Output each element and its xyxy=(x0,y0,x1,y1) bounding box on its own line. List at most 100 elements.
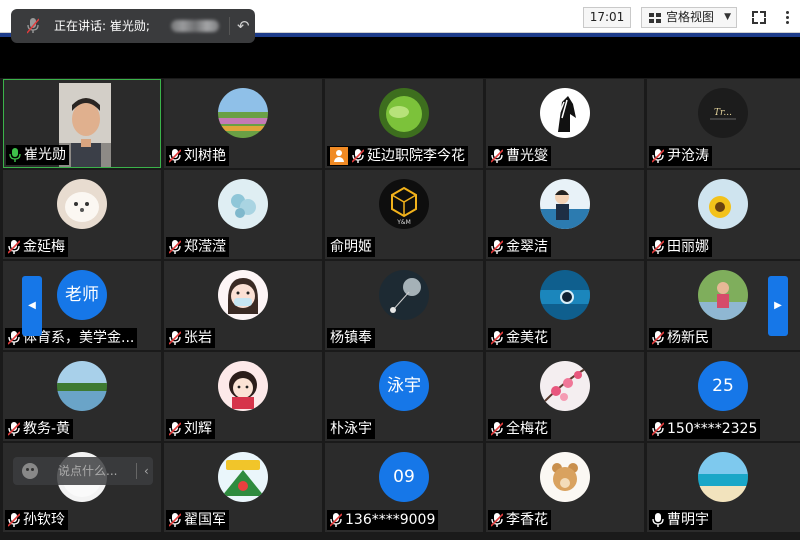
participant-tile[interactable]: 曹光燮 xyxy=(486,79,644,168)
participant-name: 郑滢滢 xyxy=(184,239,226,255)
speaking-label: 正在讲话: 崔光勋; xyxy=(54,19,150,33)
participant-name-bar: 全梅花 xyxy=(488,419,551,439)
participant-name: 金延梅 xyxy=(23,239,65,255)
participant-name-bar: 郑滢滢 xyxy=(166,237,229,257)
participant-tile[interactable]: 崔光勋 xyxy=(3,79,161,168)
avatar xyxy=(698,179,748,229)
chevron-down-icon: ▼ xyxy=(724,12,731,22)
chat-input[interactable]: 说点什么... xyxy=(58,457,117,485)
avatar xyxy=(218,88,268,138)
grid-icon xyxy=(649,13,661,23)
mic-muted-icon xyxy=(491,513,503,527)
participant-tile[interactable]: 金翠洁 xyxy=(486,170,644,259)
participant-tile[interactable]: 延边职院李今花 xyxy=(325,79,483,168)
svg-text:Y&M: Y&M xyxy=(396,219,411,226)
mic-on-icon xyxy=(9,148,21,162)
participant-name-bar: 孙钦玲 xyxy=(5,510,68,530)
participant-name-bar: 朴泳宇 xyxy=(327,419,375,439)
participant-tile[interactable]: 刘辉 xyxy=(164,352,322,441)
participant-tile[interactable]: 09 136****9009 xyxy=(325,443,483,532)
avatar xyxy=(540,452,590,502)
participant-tile[interactable]: 张岩 xyxy=(164,261,322,350)
participant-tile[interactable]: 翟国军 xyxy=(164,443,322,532)
fullscreen-icon[interactable] xyxy=(748,7,770,28)
mic-muted-icon xyxy=(491,331,503,345)
mic-muted-icon xyxy=(169,149,181,163)
emoji-icon[interactable] xyxy=(22,463,38,479)
more-options-icon[interactable] xyxy=(776,4,798,30)
participant-tile[interactable]: 田丽娜 xyxy=(647,170,800,259)
participant-tile[interactable]: 杨镇奉 xyxy=(325,261,483,350)
mic-muted-icon xyxy=(652,422,664,436)
participant-name: 俞明姬 xyxy=(330,239,372,255)
participant-name-bar: 刘辉 xyxy=(166,419,215,439)
avatar xyxy=(218,179,268,229)
collapse-chat-icon[interactable]: ‹ xyxy=(144,457,149,485)
divider xyxy=(229,17,230,35)
avatar xyxy=(540,270,590,320)
participant-name-bar: 延边职院李今花 xyxy=(327,146,468,166)
participant-name: 150****2325 xyxy=(667,421,758,437)
mic-muted-icon xyxy=(8,513,20,527)
mic-muted-icon xyxy=(652,149,664,163)
participant-name-bar: 杨镇奉 xyxy=(327,328,375,348)
avatar xyxy=(698,270,748,320)
gallery-view-button[interactable]: 宫格视图 ▼ xyxy=(641,7,737,28)
participant-tile[interactable]: 教务-黄 xyxy=(3,352,161,441)
participant-name: 教务-黄 xyxy=(23,421,71,437)
mic-muted-icon xyxy=(169,331,181,345)
participant-name: 136****9009 xyxy=(345,512,436,528)
participant-name-bar: 田丽娜 xyxy=(649,237,712,257)
avatar xyxy=(540,361,590,411)
chat-input-bar[interactable]: 说点什么... ‹ xyxy=(13,457,153,485)
mic-muted-icon xyxy=(330,513,342,527)
avatar xyxy=(379,88,429,138)
participant-tile[interactable]: 曹明宇 xyxy=(647,443,800,532)
mic-muted-icon xyxy=(169,422,181,436)
participant-tile[interactable]: 25 150****2325 xyxy=(647,352,800,441)
next-page-button[interactable]: ▶ xyxy=(768,276,788,336)
participant-name-bar: 翟国军 xyxy=(166,510,229,530)
avatar xyxy=(379,270,429,320)
participant-name-bar: 崔光勋 xyxy=(6,145,69,165)
participant-name-bar: 金翠洁 xyxy=(488,237,551,257)
mic-muted-icon xyxy=(491,240,503,254)
participant-name-bar: 杨新民 xyxy=(649,328,712,348)
avatar xyxy=(540,179,590,229)
participant-name-bar: 金延梅 xyxy=(5,237,68,257)
avatar xyxy=(57,361,107,411)
divider xyxy=(136,463,137,479)
participant-tile[interactable]: 金延梅 xyxy=(3,170,161,259)
participant-tile[interactable]: 刘树艳 xyxy=(164,79,322,168)
meeting-window: 17:01 宫格视图 ▼ 正在讲话: 崔光勋; ↶ 崔光勋 刘树艳 延边职院李今… xyxy=(0,0,800,540)
participant-name: 金美花 xyxy=(506,330,548,346)
participant-name-bar: 刘树艳 xyxy=(166,146,229,166)
participant-tile[interactable]: 全梅花 xyxy=(486,352,644,441)
participant-tile[interactable]: Tr... 尹沧涛 xyxy=(647,79,800,168)
participant-name: 杨镇奉 xyxy=(330,330,372,346)
participant-tile[interactable]: 金美花 xyxy=(486,261,644,350)
participant-name: 全梅花 xyxy=(506,421,548,437)
avatar xyxy=(218,452,268,502)
avatar xyxy=(218,361,268,411)
participant-tile[interactable]: 李香花 xyxy=(486,443,644,532)
avatar-initials: 25 xyxy=(698,361,748,411)
participant-tile[interactable]: Y&M 俞明姬 xyxy=(325,170,483,259)
participant-name-bar: 教务-黄 xyxy=(5,419,74,439)
mic-icon xyxy=(27,18,39,34)
undo-icon[interactable]: ↶ xyxy=(237,9,250,43)
meeting-timer: 17:01 xyxy=(583,7,631,28)
participant-tile[interactable]: 郑滢滢 xyxy=(164,170,322,259)
participant-name-bar: 金美花 xyxy=(488,328,551,348)
mic-muted-icon xyxy=(169,240,181,254)
participant-name: 曹明宇 xyxy=(667,512,709,528)
avatar xyxy=(698,452,748,502)
active-speaker-indicator: 正在讲话: 崔光勋; ↶ xyxy=(11,9,255,43)
prev-page-button[interactable]: ◀ xyxy=(22,276,42,336)
participant-tile[interactable]: 泳宇 朴泳宇 xyxy=(325,352,483,441)
gallery-view-label: 宫格视图 xyxy=(666,10,715,24)
participant-name: 崔光勋 xyxy=(24,147,66,163)
mic-muted-icon xyxy=(8,331,20,345)
participant-name-bar: 尹沧涛 xyxy=(649,146,712,166)
participant-name: 金翠洁 xyxy=(506,239,548,255)
